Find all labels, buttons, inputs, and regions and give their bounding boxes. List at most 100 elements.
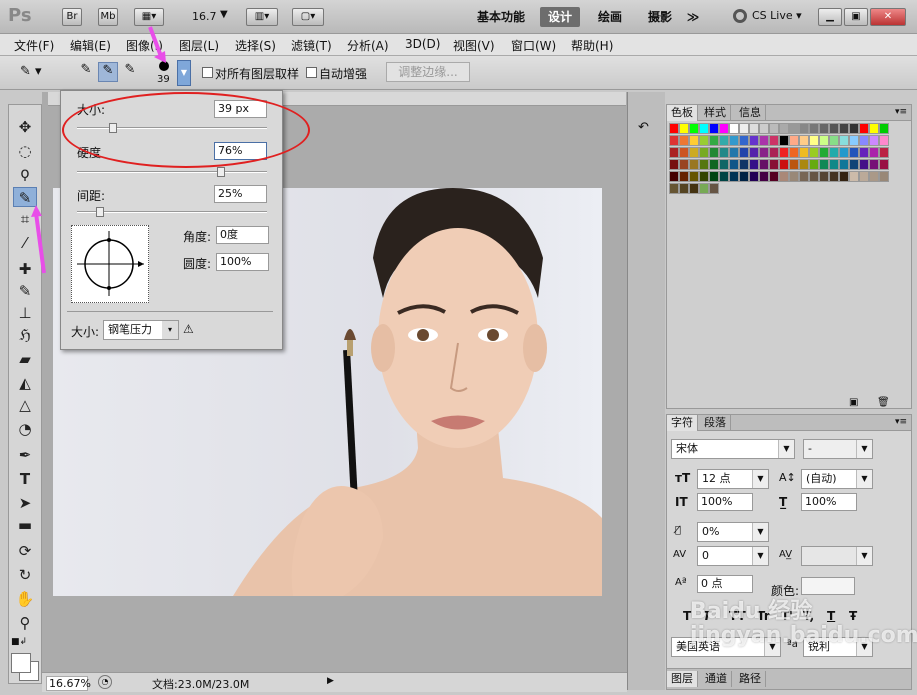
tab-swatches[interactable]: 色板 [667, 105, 698, 121]
panel-menu-icon[interactable]: ▾≡ [895, 107, 907, 117]
swatch-chip[interactable] [669, 123, 679, 134]
swatch-chip[interactable] [769, 123, 779, 134]
swatch-chip[interactable] [669, 159, 679, 170]
swatch-chip[interactable] [879, 159, 889, 170]
zoom-status[interactable]: 16.67% [46, 676, 91, 691]
swatch-chip[interactable] [789, 159, 799, 170]
swatch-chip[interactable] [779, 159, 789, 170]
swatch-chip[interactable] [849, 147, 859, 158]
horizontal-scale-input[interactable]: 100% [801, 493, 857, 511]
swatch-chip[interactable] [689, 147, 699, 158]
swatch-chip[interactable] [769, 159, 779, 170]
swatch-chip[interactable] [729, 159, 739, 170]
close-button[interactable]: ✕ [870, 8, 906, 26]
workspace-painting[interactable]: 绘画 [590, 7, 630, 27]
tab-character[interactable]: 字符 [667, 415, 698, 431]
swatch-chip[interactable] [779, 171, 789, 182]
spacing-slider-track[interactable] [77, 211, 267, 213]
tab-paths[interactable]: 路径 [735, 671, 766, 687]
swatch-chip[interactable] [779, 135, 789, 146]
swatch-chip[interactable] [719, 159, 729, 170]
swatch-chip[interactable] [819, 123, 829, 134]
swatch-chip[interactable] [669, 183, 679, 194]
swatch-chip[interactable] [679, 183, 689, 194]
swatch-chip[interactable] [709, 183, 719, 194]
more-workspaces-button[interactable]: ≫ [682, 7, 704, 27]
rectangle-tool-icon[interactable]: ▬ [13, 515, 37, 535]
swatch-chip[interactable] [689, 171, 699, 182]
font-family-select[interactable]: 宋体 ▼ [671, 439, 795, 459]
swatch-chip[interactable] [809, 159, 819, 170]
swatch-chip[interactable] [869, 159, 879, 170]
swatch-chip[interactable] [699, 183, 709, 194]
zoom-dropdown-icon[interactable]: ▼ [220, 9, 228, 20]
swatch-chip[interactable] [839, 123, 849, 134]
brush-picker-dropdown[interactable]: ▼ [177, 60, 191, 86]
swatch-chip[interactable] [719, 147, 729, 158]
dodge-tool-icon[interactable]: ◔ [13, 419, 37, 439]
cs-live-button[interactable]: CS Live ▾ [752, 9, 802, 22]
swatch-chip[interactable] [739, 123, 749, 134]
swatch-chip[interactable] [819, 159, 829, 170]
angle-input[interactable]: 0度 [216, 226, 269, 244]
swatch-chip[interactable] [709, 123, 719, 134]
tab-layers[interactable]: 图层 [667, 671, 698, 687]
menu-filter[interactable]: 滤镜(T) [291, 37, 332, 54]
swatch-chip[interactable] [689, 123, 699, 134]
tab-channels[interactable]: 通道 [701, 671, 732, 687]
control-select[interactable]: 钢笔压力 ▾ [103, 320, 179, 340]
swatch-chip[interactable] [679, 159, 689, 170]
swatch-chip[interactable] [749, 159, 759, 170]
swatch-chip[interactable] [719, 171, 729, 182]
swatch-chip[interactable] [839, 147, 849, 158]
menu-analysis[interactable]: 分析(A) [347, 37, 389, 54]
menu-select[interactable]: 选择(S) [235, 37, 276, 54]
swatch-chip[interactable] [879, 171, 889, 182]
blur-tool-icon[interactable]: △ [13, 395, 37, 415]
swatch-chip[interactable] [849, 135, 859, 146]
menu-window[interactable]: 窗口(W) [511, 37, 556, 54]
char-panel-menu-icon[interactable]: ▾≡ [895, 417, 907, 427]
swatch-chip[interactable] [859, 159, 869, 170]
swatch-chip[interactable] [779, 147, 789, 158]
swatch-chip[interactable] [799, 159, 809, 170]
workspace-design[interactable]: 设计 [540, 7, 580, 27]
swatch-chip[interactable] [869, 147, 879, 158]
swatch-chip[interactable] [789, 123, 799, 134]
swatch-chip[interactable] [809, 171, 819, 182]
lasso-tool-icon[interactable]: ϙ [13, 163, 37, 183]
swatch-chip[interactable] [759, 123, 769, 134]
swatch-chip[interactable] [869, 135, 879, 146]
tab-styles[interactable]: 样式 [700, 105, 731, 121]
menu-help[interactable]: 帮助(H) [571, 37, 613, 54]
swatch-chip[interactable] [679, 135, 689, 146]
swatch-chip[interactable] [679, 147, 689, 158]
swatch-chip[interactable] [789, 147, 799, 158]
swatch-chip[interactable] [809, 135, 819, 146]
eraser-tool-icon[interactable]: ▰ [13, 349, 37, 369]
swatch-chip[interactable] [849, 159, 859, 170]
hand-tool-icon[interactable]: ✋ [13, 589, 37, 609]
swatch-chip[interactable] [869, 123, 879, 134]
swatch-chip[interactable] [859, 123, 869, 134]
swatch-chip[interactable] [689, 159, 699, 170]
swatch-chip[interactable] [829, 123, 839, 134]
swatch-chip[interactable] [739, 147, 749, 158]
swatch-chip[interactable] [729, 123, 739, 134]
swatch-chip[interactable] [669, 147, 679, 158]
swatch-chip[interactable] [849, 171, 859, 182]
swatch-chip[interactable] [759, 147, 769, 158]
tool-preset-picker[interactable]: ✎ ▾ [20, 64, 56, 82]
swatch-grid[interactable] [669, 123, 891, 211]
swatch-chip[interactable] [769, 135, 779, 146]
marquee-tool-icon[interactable]: ◌ [13, 141, 37, 161]
swatch-chip[interactable] [719, 123, 729, 134]
swatch-chip[interactable] [689, 183, 699, 194]
history-brush-tool-icon[interactable]: ℌ [13, 325, 37, 345]
subtract-from-selection-icon[interactable]: ✎ [120, 62, 140, 82]
menu-view[interactable]: 视图(V) [453, 37, 495, 54]
move-tool-icon[interactable]: ✥ [13, 117, 37, 137]
hardness-slider-track[interactable] [77, 171, 267, 173]
screen-mode-button[interactable]: ▢▾ [292, 8, 324, 26]
swatch-chip[interactable] [829, 171, 839, 182]
